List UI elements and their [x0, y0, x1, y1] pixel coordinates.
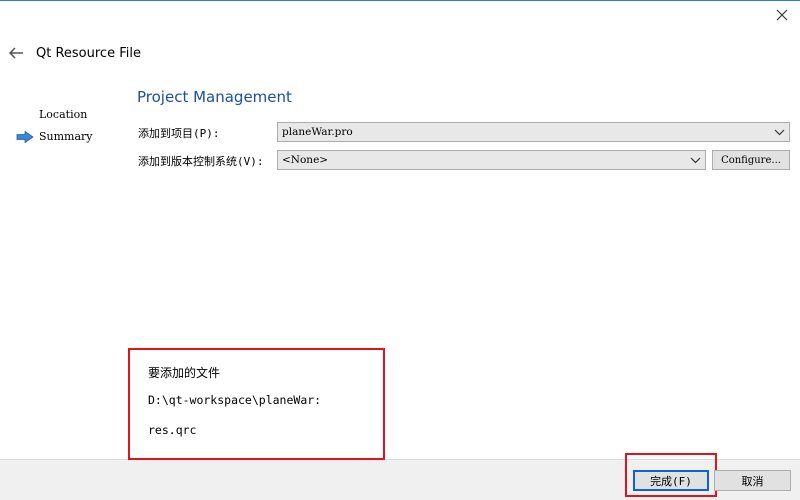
- files-to-add-panel: 要添加的文件 D:\qt-workspace\planeWar: res.qrc: [128, 348, 385, 460]
- add-to-vcs-label: 添加到版本控制系统(V):: [138, 155, 264, 168]
- files-heading: 要添加的文件: [148, 366, 221, 380]
- files-path: D:\qt-workspace\planeWar:: [148, 393, 322, 407]
- step-label: Summary: [39, 130, 93, 143]
- current-step-arrow-icon: [16, 131, 34, 143]
- window-top-border: [0, 0, 800, 1]
- finish-highlight-frame: [625, 453, 717, 497]
- back-arrow-icon: [8, 47, 23, 59]
- cancel-button[interactable]: 取消: [714, 470, 791, 491]
- add-to-vcs-combo[interactable]: <None>: [277, 150, 706, 170]
- chevron-down-icon: [690, 157, 701, 164]
- chevron-down-icon: [774, 129, 785, 136]
- close-button[interactable]: [768, 3, 796, 27]
- section-title: Project Management: [137, 88, 292, 106]
- step-location: Location: [16, 104, 93, 126]
- step-label: Location: [39, 108, 88, 121]
- files-name: res.qrc: [148, 423, 197, 437]
- step-summary: Summary: [16, 126, 93, 148]
- add-to-project-value: planeWar.pro: [282, 126, 353, 138]
- wizard-title: Qt Resource File: [36, 46, 141, 61]
- add-to-project-label: 添加到项目(P):: [138, 127, 220, 140]
- configure-button[interactable]: Configure...: [712, 150, 790, 170]
- close-icon: [776, 9, 788, 21]
- back-button[interactable]: [5, 43, 27, 63]
- wizard-steps: Location Summary: [16, 104, 93, 148]
- add-to-vcs-value: <None>: [282, 154, 329, 166]
- add-to-project-combo[interactable]: planeWar.pro: [277, 122, 790, 142]
